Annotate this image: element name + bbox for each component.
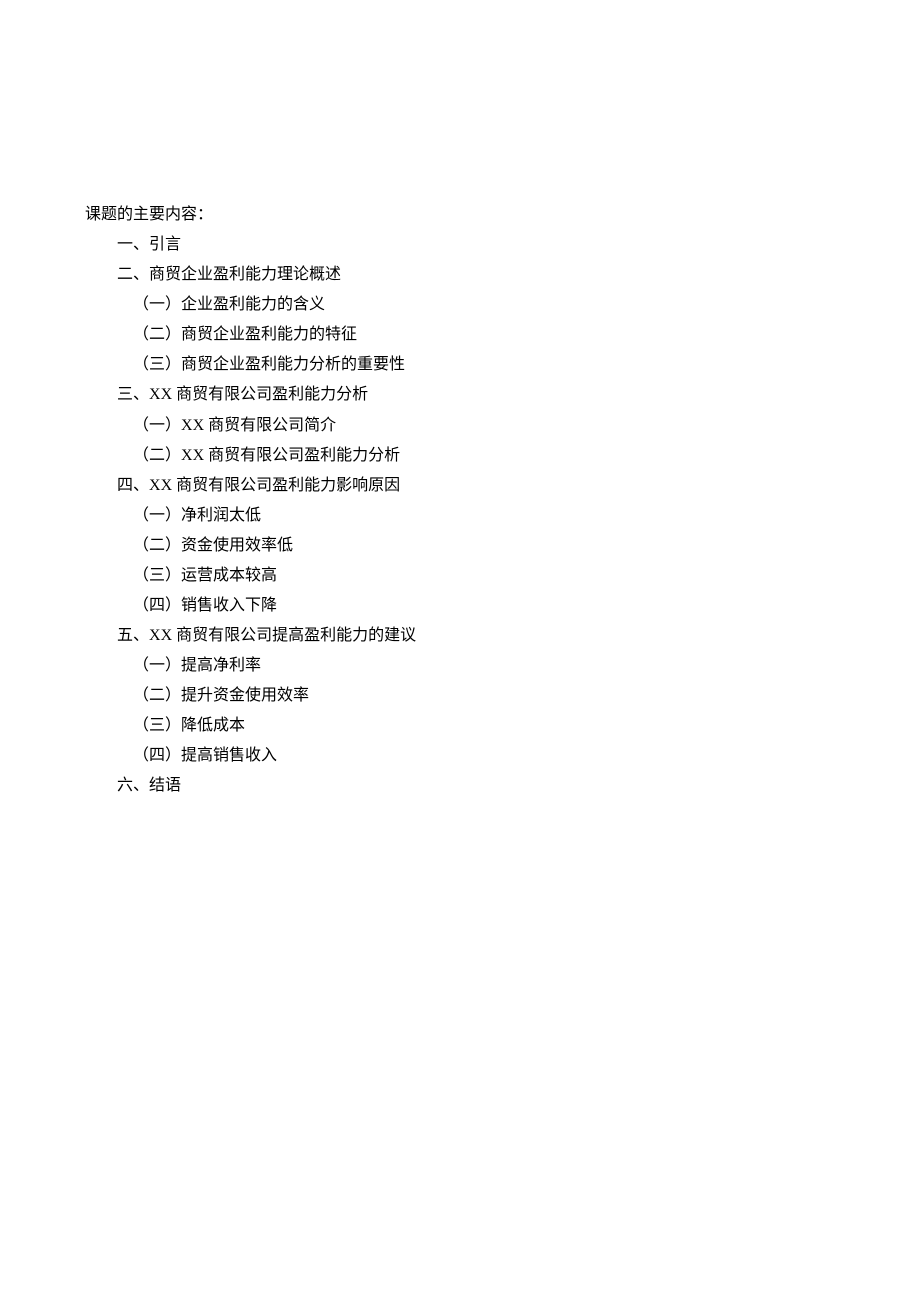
outline-item: （三）降低成本	[133, 711, 835, 741]
document-content: 课题的主要内容： 一、引言二、商贸企业盈利能力理论概述（一）企业盈利能力的含义（…	[85, 200, 835, 802]
outline-item: （二）提升资金使用效率	[133, 681, 835, 711]
outline-item: （三）运营成本较高	[133, 561, 835, 591]
outline-item: （一）企业盈利能力的含义	[133, 290, 835, 320]
outline-item: 六、结语	[117, 771, 835, 801]
outline-item: （二）资金使用效率低	[133, 531, 835, 561]
outline-item: 三、XX 商贸有限公司盈利能力分析	[117, 380, 835, 410]
outline-item: （三）商贸企业盈利能力分析的重要性	[133, 350, 835, 380]
outline-item: （一）净利润太低	[133, 501, 835, 531]
outline-item: （四）销售收入下降	[133, 591, 835, 621]
outline-container: 一、引言二、商贸企业盈利能力理论概述（一）企业盈利能力的含义（二）商贸企业盈利能…	[85, 230, 835, 801]
outline-item: 五、XX 商贸有限公司提高盈利能力的建议	[117, 621, 835, 651]
outline-item: （一）提高净利率	[133, 651, 835, 681]
outline-item: 一、引言	[117, 230, 835, 260]
outline-item: 二、商贸企业盈利能力理论概述	[117, 260, 835, 290]
outline-item: 四、XX 商贸有限公司盈利能力影响原因	[117, 471, 835, 501]
outline-item: （一）XX 商贸有限公司简介	[133, 411, 835, 441]
outline-item: （二）XX 商贸有限公司盈利能力分析	[133, 441, 835, 471]
outline-item: （二）商贸企业盈利能力的特征	[133, 320, 835, 350]
main-heading: 课题的主要内容：	[85, 200, 835, 230]
outline-item: （四）提高销售收入	[133, 741, 835, 771]
